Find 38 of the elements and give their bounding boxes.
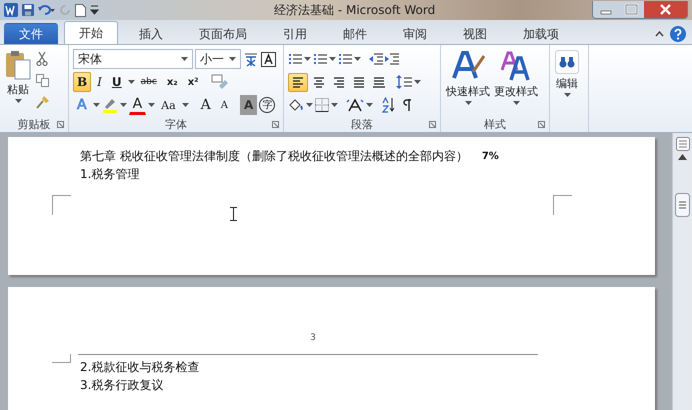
format-button[interactable]: x₂ bbox=[162, 72, 182, 92]
editing-button[interactable]: 编辑 bbox=[556, 76, 578, 91]
quick-styles-button[interactable]: 快速样式 bbox=[446, 84, 490, 99]
percentage-note: 7% bbox=[482, 150, 499, 162]
paste-button[interactable]: 粘贴 bbox=[7, 82, 29, 97]
document-text: 3.税务行政复议 bbox=[80, 376, 164, 394]
format-button[interactable]: x² bbox=[184, 72, 203, 92]
ribbon-tab[interactable]: 视图 bbox=[448, 23, 502, 44]
format-button[interactable]: abc bbox=[136, 72, 161, 92]
ribbon-tab[interactable]: 审阅 bbox=[388, 23, 442, 44]
ribbon-tab[interactable]: 邮件 bbox=[328, 23, 382, 44]
shrink-font-button[interactable]: A bbox=[216, 95, 232, 115]
font-size-field[interactable]: 小一 bbox=[195, 49, 241, 69]
ribbon-tab[interactable]: 页面布局 bbox=[184, 23, 262, 44]
ribbon-tab[interactable]: 加载项 bbox=[508, 23, 574, 44]
document-text: 2.税款征收与税务检查 bbox=[80, 358, 200, 376]
window-title: 经济法基础 - Microsoft Word bbox=[274, 2, 436, 18]
enclose-characters-button[interactable]: 字 bbox=[259, 97, 276, 113]
font-color-button[interactable]: A bbox=[128, 96, 146, 114]
character-shading-button[interactable]: A bbox=[240, 95, 258, 115]
change-case-button[interactable]: Aa bbox=[157, 95, 180, 115]
ribbon-tab[interactable]: 开始 bbox=[64, 21, 118, 44]
group-label: 段落 bbox=[351, 117, 373, 132]
group-label: 样式 bbox=[484, 117, 506, 132]
change-styles-button[interactable]: 更改样式 bbox=[494, 84, 538, 99]
group-label: 剪贴板 bbox=[18, 117, 50, 132]
document-text: 第七章 税收征收管理法律制度（删除了税收征收管理法概述的全部内容） bbox=[80, 148, 468, 164]
format-button[interactable]: B bbox=[73, 72, 92, 92]
document-text: 1.税务管理 bbox=[80, 166, 140, 182]
page-number: 3 bbox=[310, 333, 316, 343]
font-name-field[interactable]: 宋体 bbox=[73, 49, 193, 69]
format-button[interactable]: I bbox=[93, 72, 106, 92]
ribbon-tab[interactable]: 文件 bbox=[4, 23, 58, 44]
ribbon-tab[interactable]: 引用 bbox=[268, 23, 322, 44]
format-button[interactable]: U bbox=[108, 72, 126, 92]
ribbon-tab[interactable]: 插入 bbox=[124, 23, 178, 44]
grow-font-button[interactable]: A bbox=[196, 95, 215, 115]
group-label: 字体 bbox=[165, 117, 187, 132]
